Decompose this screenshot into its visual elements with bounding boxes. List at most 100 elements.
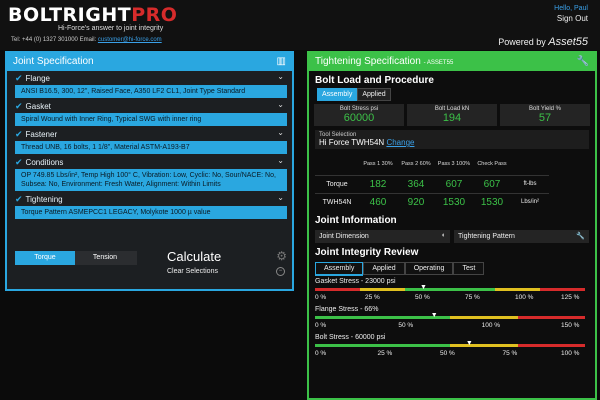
check-icon: ✔: [15, 73, 23, 83]
section-label: Flange: [25, 74, 51, 83]
section-label: Gasket: [25, 102, 51, 111]
gauge-label: Flange Stress - 66%: [315, 306, 379, 313]
powered-by: Powered by Asset55: [498, 36, 588, 48]
chevron-down-icon: ⌄: [277, 100, 284, 109]
joint-dimension-button[interactable]: Joint Dimension ◐: [315, 230, 450, 243]
section-label: Conditions: [25, 158, 64, 167]
kpi-value: 57: [538, 112, 552, 124]
table-cell: 920: [397, 192, 435, 211]
section-header-conditions[interactable]: ✔ Conditions ⌄: [7, 155, 292, 169]
check-icon: ✔: [15, 129, 23, 139]
table-cell: 607: [473, 174, 511, 193]
change-tool-link[interactable]: Change: [386, 138, 414, 147]
grid-icon[interactable]: ▥: [277, 56, 286, 67]
review-tab[interactable]: Operating: [404, 262, 454, 275]
review-tabs: Assembly Applied Operating Test: [315, 262, 595, 276]
clear-selections-button[interactable]: Clear Selections −: [167, 267, 287, 276]
gauge-tick-label: 50 %: [440, 350, 455, 357]
panel-header: Tightening Specification - ASSET55 🔧: [309, 53, 595, 71]
section-summary: Thread UNB, 16 bolts, 1 1/8", Material A…: [15, 141, 287, 154]
corner-cell: [315, 153, 359, 175]
gauge-marker: ▼: [465, 340, 473, 347]
tab-applied[interactable]: Applied: [357, 88, 391, 101]
gauge-segment: [517, 316, 585, 319]
section-header-fastener[interactable]: ✔ Fastener ⌄: [7, 127, 292, 141]
chevron-down-icon: ⌄: [277, 156, 284, 165]
section-summary: ANSI B16.5, 300, 12", Raised Face, A350 …: [15, 85, 287, 98]
panel-subtitle: - ASSET55: [423, 60, 454, 66]
gauge-tick-label: 100 %: [515, 294, 534, 301]
table-cell: 182: [359, 174, 397, 193]
gear-icon: ⚙: [276, 249, 287, 263]
unit-cell: Lbs/in²: [511, 192, 549, 211]
bolt-load-title: Bolt Load and Procedure: [315, 75, 434, 86]
kpi-value: 194: [442, 112, 462, 124]
review-tab[interactable]: Applied: [363, 262, 405, 275]
review-tab[interactable]: Assembly: [315, 262, 364, 276]
user-greeting[interactable]: Hello, Paul: [554, 5, 588, 12]
gauge-label: Bolt Stress - 60000 psi: [315, 334, 386, 341]
tightening-pattern-button[interactable]: Tightening Pattern 🔧: [454, 230, 589, 243]
torque-toggle-button[interactable]: Torque: [15, 251, 75, 265]
gauge-tick-label: 100 %: [561, 350, 580, 357]
gauge-segment: [450, 344, 518, 347]
gauge-bar: ▼: [315, 340, 589, 349]
kpi-row: Bolt Stress psi 60000 Bolt Load kN 194 Bolt …: [314, 104, 590, 126]
contact-info: Tel: +44 (0) 1327 301000 Email: customer…: [11, 37, 162, 43]
gauge-tick-label: 75 %: [465, 294, 480, 301]
row-label: TWH54N: [315, 192, 359, 211]
boltright-logo: BOLTRIGHTPRO: [8, 4, 178, 26]
panel-header: Joint Specification ▥: [7, 53, 292, 71]
gauge-marker: ▼: [430, 312, 438, 319]
gauge-ticks: 0 % 25 % 50 % 75 % 100 % 125 %: [315, 294, 589, 304]
panel-title: Joint Specification: [13, 56, 94, 67]
tagline: Hi-Force's answer to joint integrity: [58, 25, 164, 32]
wrench-icon[interactable]: 🔧: [577, 56, 589, 67]
torque-table: Pass 1 30% Pass 2 60% Pass 3 100% Check Pas…: [315, 153, 549, 211]
tension-toggle-button[interactable]: Tension: [75, 251, 135, 265]
review-tab[interactable]: Test: [453, 262, 485, 275]
gauge-tick-label: 0 %: [315, 294, 327, 301]
joint-specification-panel: Joint Specification ▥ ✔ Flange ⌄ ANSI B16.5…: [5, 51, 294, 291]
section-summary: Spiral Wound with Inner Ring, Typical SW…: [15, 113, 287, 126]
calculate-button[interactable]: Calculate ⚙: [167, 249, 287, 264]
chevron-down-icon: ⌄: [277, 72, 284, 81]
tab-assembly[interactable]: Assembly: [317, 88, 358, 101]
gauge-segment: [315, 316, 383, 319]
gauge-marker: ▼: [420, 284, 427, 291]
gauges: Gasket Stress - 23000 psi ▼ 0 % 25 % 50 % 75 …: [309, 278, 595, 360]
asset55-logo: Asset55: [548, 36, 588, 48]
gauge-tick-label: 50 %: [415, 294, 430, 301]
table-row: Torque 182 364 607 607 ft-lbs: [315, 174, 549, 193]
gauge-bar: ▼: [315, 284, 589, 293]
gauge-label: Gasket Stress - 23000 psi: [315, 278, 396, 285]
spec-accordion: ✔ Flange ⌄ ANSI B16.5, 300, 12", Raised Fac…: [7, 71, 292, 219]
stress-gauge: Flange Stress - 66% ▼ 0 % 50 % 100 % 150 %: [315, 306, 589, 332]
unit-cell: ft-lbs: [511, 174, 549, 193]
section-header-tightening[interactable]: ✔ Tightening ⌄: [7, 192, 292, 206]
wrench-icon: 🔧: [576, 233, 585, 240]
gauge-segment: [450, 316, 518, 319]
gauge-segment: [360, 288, 405, 291]
table-cell: 607: [435, 174, 473, 193]
gauge-segment: [540, 288, 585, 291]
section-summary: Torque Pattern ASMEPCC1 LEGACY, Molykote…: [15, 206, 287, 219]
email-link[interactable]: customer@hi-force.com: [98, 37, 162, 43]
panel-title: Tightening Specification: [315, 56, 421, 67]
section-header-flange[interactable]: ✔ Flange ⌄: [7, 71, 292, 85]
row-label: Torque: [315, 174, 359, 193]
unit-header: [511, 153, 549, 175]
gauge-segment: [315, 344, 383, 347]
section-header-gasket[interactable]: ✔ Gasket ⌄: [7, 99, 292, 113]
section-label: Fastener: [25, 130, 58, 139]
gauge-tick-label: 0 %: [315, 350, 327, 357]
kpi-card: Bolt Yield % 57: [500, 104, 590, 126]
gauge-segment: [405, 288, 450, 291]
minus-icon: −: [276, 267, 285, 276]
gauge-bar: ▼: [315, 312, 589, 321]
gauge-tick-label: 25 %: [365, 294, 380, 301]
table-cell: 1530: [473, 192, 511, 211]
kpi-card: Bolt Load kN 194: [407, 104, 497, 126]
table-cell: 1530: [435, 192, 473, 211]
sign-out-link[interactable]: Sign Out: [557, 14, 588, 23]
